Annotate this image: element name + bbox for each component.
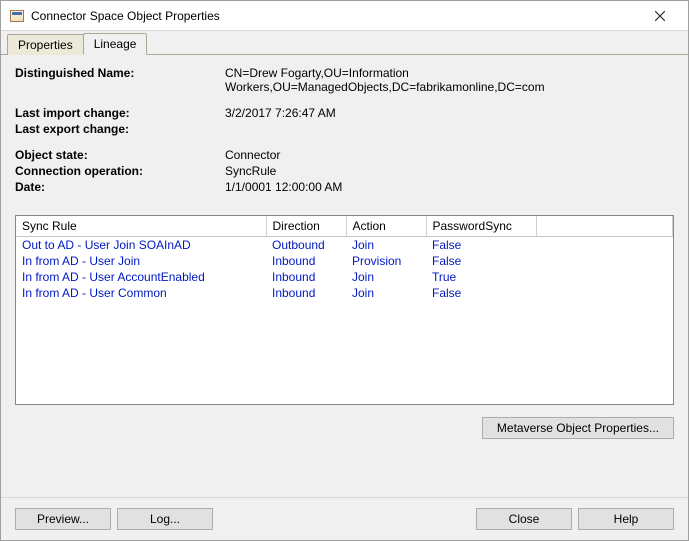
tab-content: Distinguished Name: CN=Drew Fogarty,OU=I… xyxy=(1,55,688,497)
close-button[interactable]: Close xyxy=(476,508,572,530)
table-row[interactable]: Out to AD - User Join SOAInADOutboundJoi… xyxy=(16,237,673,254)
last-import-label: Last import change: xyxy=(15,106,225,120)
cell-direction: Outbound xyxy=(266,237,346,254)
cell-rule: In from AD - User Common xyxy=(16,285,266,301)
cell-direction: Inbound xyxy=(266,285,346,301)
tab-lineage[interactable]: Lineage xyxy=(83,33,148,55)
cell-passwordsync: True xyxy=(426,269,536,285)
col-sync-rule[interactable]: Sync Rule xyxy=(16,216,266,237)
dn-label: Distinguished Name: xyxy=(15,66,225,94)
cell-action: Join xyxy=(346,237,426,254)
app-icon xyxy=(9,8,25,24)
close-icon[interactable] xyxy=(638,2,682,30)
conn-op-value: SyncRule xyxy=(225,164,674,178)
last-import-value: 3/2/2017 7:26:47 AM xyxy=(225,106,674,120)
tabstrip: Properties Lineage xyxy=(1,31,688,55)
grid-header-row: Sync Rule Direction Action PasswordSync xyxy=(16,216,673,237)
cell-direction: Inbound xyxy=(266,253,346,269)
cell-rule: In from AD - User Join xyxy=(16,253,266,269)
table-row[interactable]: In from AD - User AccountEnabledInboundJ… xyxy=(16,269,673,285)
window-title: Connector Space Object Properties xyxy=(31,9,638,23)
last-export-label: Last export change: xyxy=(15,122,225,136)
date-label: Date: xyxy=(15,180,225,194)
object-state-label: Object state: xyxy=(15,148,225,162)
conn-op-label: Connection operation: xyxy=(15,164,225,178)
cell-rule: In from AD - User AccountEnabled xyxy=(16,269,266,285)
cell-rule: Out to AD - User Join SOAInAD xyxy=(16,237,266,254)
dialog-footer: Preview... Log... Close Help xyxy=(1,497,688,540)
col-passwordsync[interactable]: PasswordSync xyxy=(426,216,536,237)
dn-value: CN=Drew Fogarty,OU=Information Workers,O… xyxy=(225,66,674,94)
dialog-window: Connector Space Object Properties Proper… xyxy=(0,0,689,541)
cell-spacer xyxy=(536,269,673,285)
cell-action: Provision xyxy=(346,253,426,269)
titlebar[interactable]: Connector Space Object Properties xyxy=(1,1,688,31)
cell-direction: Inbound xyxy=(266,269,346,285)
object-state-value: Connector xyxy=(225,148,674,162)
metaverse-properties-button[interactable]: Metaverse Object Properties... xyxy=(482,417,674,439)
preview-button[interactable]: Preview... xyxy=(15,508,111,530)
cell-spacer xyxy=(536,285,673,301)
col-spacer xyxy=(536,216,673,237)
table-row[interactable]: In from AD - User CommonInboundJoinFalse xyxy=(16,285,673,301)
cell-spacer xyxy=(536,253,673,269)
help-button[interactable]: Help xyxy=(578,508,674,530)
table-row[interactable]: In from AD - User JoinInboundProvisionFa… xyxy=(16,253,673,269)
last-export-value xyxy=(225,122,674,136)
cell-passwordsync: False xyxy=(426,285,536,301)
tab-properties[interactable]: Properties xyxy=(7,34,84,55)
col-action[interactable]: Action xyxy=(346,216,426,237)
col-direction[interactable]: Direction xyxy=(266,216,346,237)
cell-action: Join xyxy=(346,285,426,301)
date-value: 1/1/0001 12:00:00 AM xyxy=(225,180,674,194)
cell-spacer xyxy=(536,237,673,254)
log-button[interactable]: Log... xyxy=(117,508,213,530)
cell-passwordsync: False xyxy=(426,237,536,254)
cell-passwordsync: False xyxy=(426,253,536,269)
sync-rule-grid[interactable]: Sync Rule Direction Action PasswordSync … xyxy=(15,215,674,405)
cell-action: Join xyxy=(346,269,426,285)
